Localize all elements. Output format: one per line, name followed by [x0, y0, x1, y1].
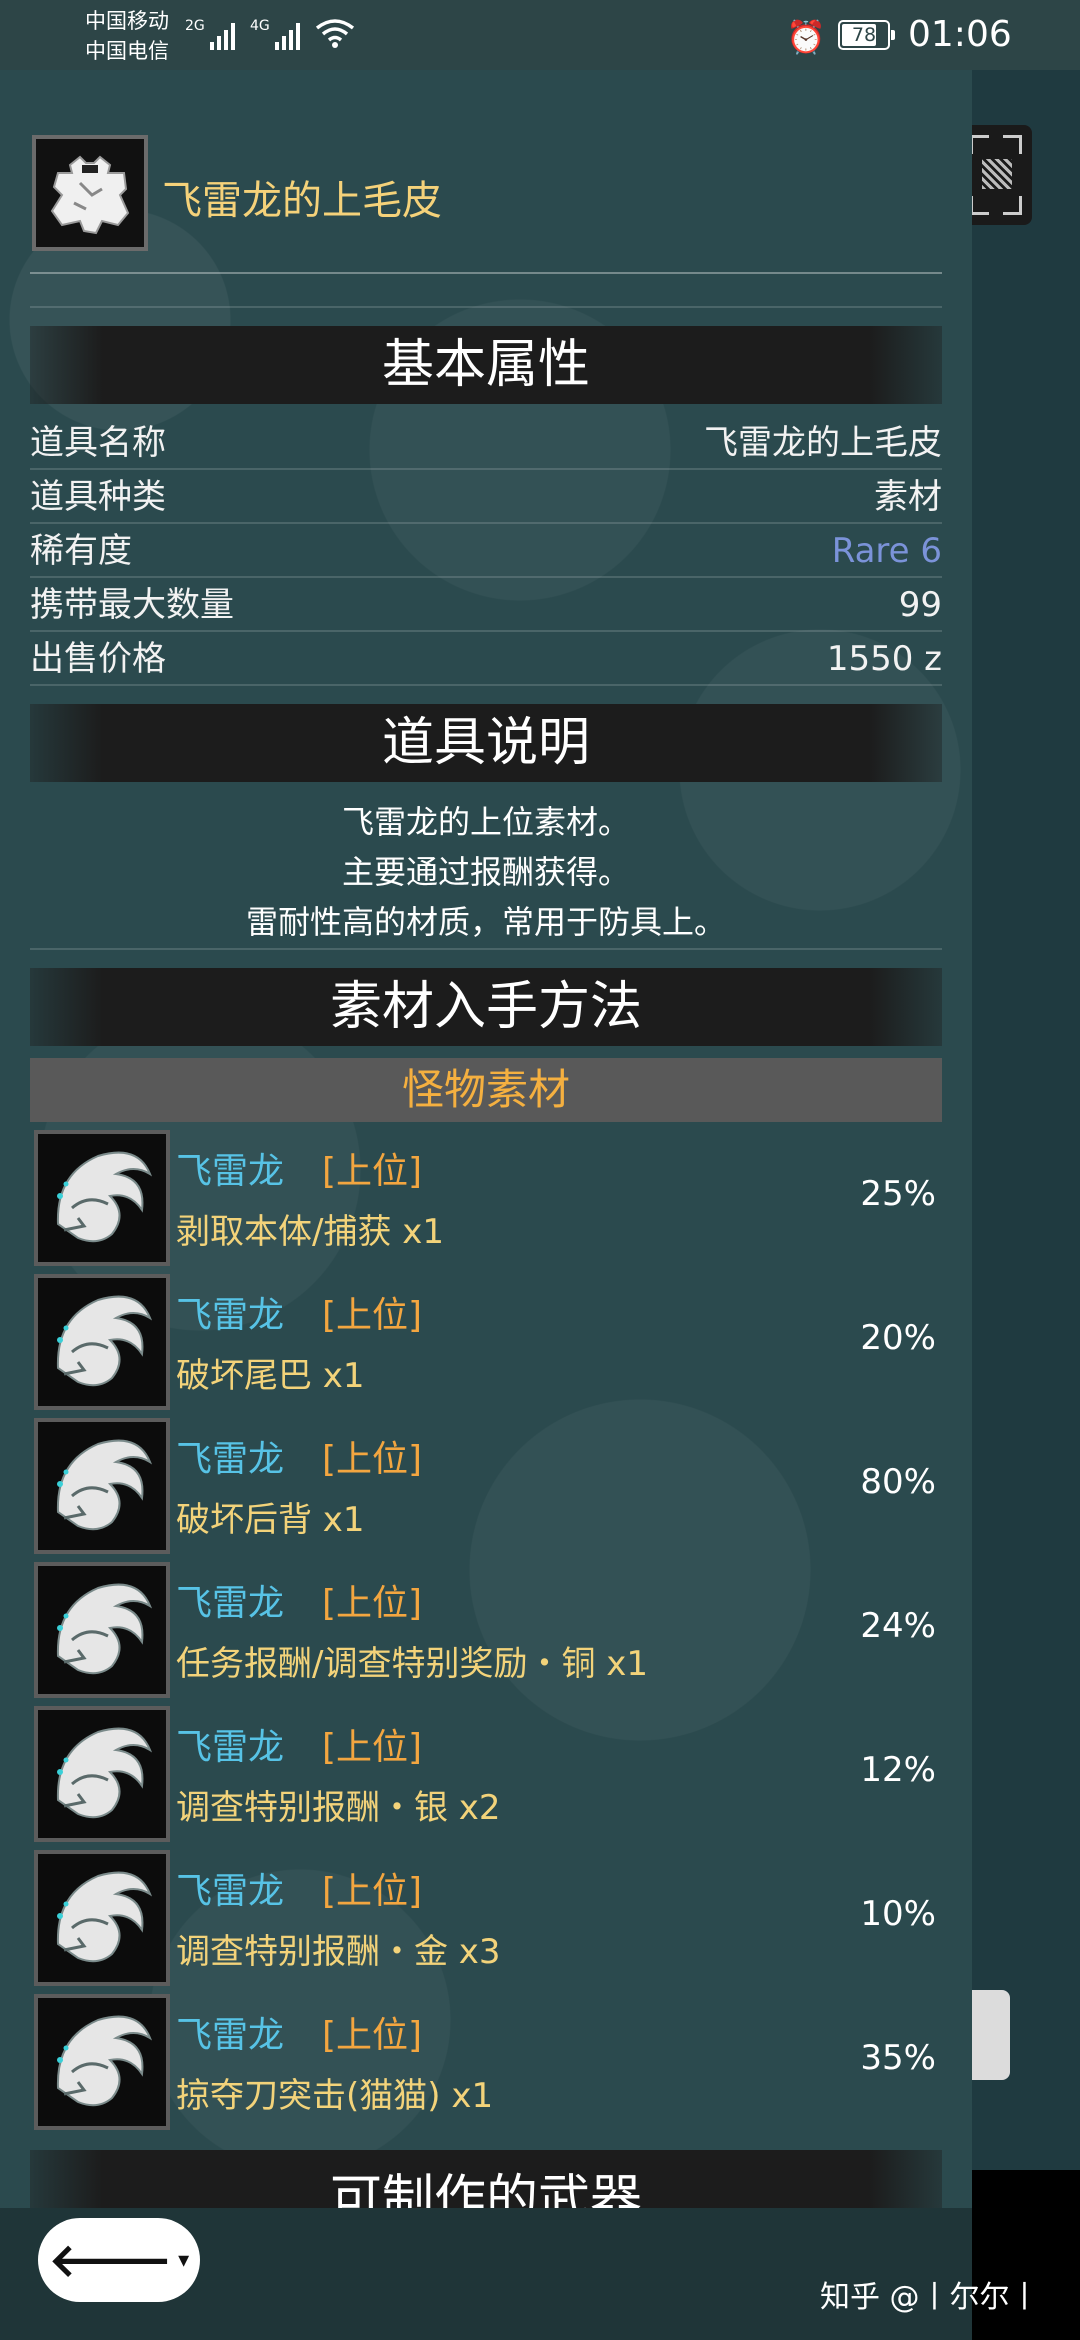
- drop-rate: 35%: [860, 2038, 936, 2078]
- network-type-1: 2G: [185, 18, 205, 34]
- attr-value: 素材: [874, 477, 942, 517]
- description-divider: [30, 948, 942, 950]
- attr-row-max-carry: 携带最大数量 99: [30, 580, 942, 632]
- tobi-kadachi-icon: [34, 1562, 170, 1698]
- header-divider-2: [30, 306, 942, 308]
- tobi-kadachi-icon: [34, 1850, 170, 1986]
- tobi-kadachi-icon: [34, 1274, 170, 1410]
- monster-source-row[interactable]: 飞雷龙 [上位] 调查特别报酬・银 x2 12%: [30, 1702, 942, 1846]
- item-title: 飞雷龙的上毛皮: [162, 178, 442, 224]
- attr-row-rarity: 稀有度 Rare 6: [30, 526, 942, 578]
- drop-rate: 80%: [860, 1462, 936, 1502]
- monster-name: 飞雷龙: [176, 1727, 285, 1768]
- monster-name: 飞雷龙: [176, 1151, 285, 1192]
- section-sources: 素材入手方法: [30, 968, 942, 1046]
- watermark: 知乎 @丨尔尔丨: [820, 2280, 1040, 2315]
- tobi-kadachi-icon: [34, 1994, 170, 2130]
- monster-rank: [上位]: [322, 1295, 423, 1336]
- wifi-icon: [315, 19, 355, 48]
- acquire-method: 破坏后背 x1: [176, 1500, 365, 1540]
- clock: 01:06: [908, 14, 1012, 55]
- attr-key: 道具名称: [30, 423, 166, 463]
- monster-source-row[interactable]: 飞雷龙 [上位] 掠夺刀突击(猫猫) x1 35%: [30, 1990, 942, 2134]
- section-craftable-weapons: 可制作的武器: [30, 2150, 942, 2208]
- monster-source-row[interactable]: 飞雷龙 [上位] 剥取本体/捕获 x1 25%: [30, 1126, 942, 1270]
- background-strip: [972, 70, 1080, 2170]
- signal-2-icon: 4G: [250, 18, 300, 50]
- monster-source-row[interactable]: 飞雷龙 [上位] 任务报酬/调查特别奖励・铜 x1 24%: [30, 1558, 942, 1702]
- attr-row-type: 道具种类 素材: [30, 472, 942, 524]
- drop-rate: 10%: [860, 1894, 936, 1934]
- monster-rank: [上位]: [322, 1151, 423, 1192]
- carrier-2: 中国电信: [85, 39, 169, 63]
- section-basic-attributes: 基本属性: [30, 326, 942, 404]
- attr-value: 1550 z: [826, 639, 942, 679]
- attr-value: 99: [898, 585, 942, 625]
- drop-rate: 25%: [860, 1174, 936, 1214]
- drop-rate: 24%: [860, 1606, 936, 1646]
- monster-materials-header: 怪物素材: [30, 1058, 942, 1122]
- description-line: 飞雷龙的上位素材。: [341, 803, 630, 841]
- monster-name: 飞雷龙: [176, 2015, 285, 2056]
- header-divider: [30, 272, 942, 274]
- acquire-method: 任务报酬/调查特别奖励・铜 x1: [176, 1644, 649, 1684]
- signal-1-icon: 2G: [185, 18, 235, 50]
- carrier-1: 中国移动: [85, 9, 169, 33]
- monster-rank: [上位]: [322, 1583, 423, 1624]
- monster-source-row[interactable]: 飞雷龙 [上位] 破坏后背 x1 80%: [30, 1414, 942, 1558]
- acquire-method: 掠夺刀突击(猫猫) x1: [176, 2076, 494, 2116]
- tobi-kadachi-icon: [34, 1418, 170, 1554]
- back-arrow-icon: 🡐: [48, 2233, 173, 2287]
- tobi-kadachi-icon: [34, 1130, 170, 1266]
- monster-rank: [上位]: [322, 2015, 423, 2056]
- monster-rank: [上位]: [322, 1439, 423, 1480]
- battery-level: 78: [851, 24, 877, 46]
- section-description: 道具说明: [30, 704, 942, 782]
- status-bar: 中国移动 中国电信 2G 4G ⏰ 78 01:06: [0, 0, 1080, 70]
- network-type-2: 4G: [250, 18, 270, 34]
- attr-key: 出售价格: [30, 639, 166, 679]
- attr-key: 携带最大数量: [30, 585, 234, 625]
- monster-name: 飞雷龙: [176, 1295, 285, 1336]
- monster-rank: [上位]: [322, 1727, 423, 1768]
- acquire-method: 剥取本体/捕获 x1: [176, 1212, 445, 1252]
- section-title: 可制作的武器: [329, 2170, 642, 2208]
- drop-rate: 12%: [860, 1750, 936, 1790]
- description-line: 主要通过报酬获得。: [341, 853, 630, 891]
- back-button[interactable]: 🡐 ▾: [38, 2218, 200, 2302]
- tobi-kadachi-icon: [34, 1706, 170, 1842]
- acquire-method: 调查特别报酬・金 x3: [176, 1932, 501, 1972]
- monster-source-row[interactable]: 飞雷龙 [上位] 调查特别报酬・金 x3 10%: [30, 1846, 942, 1990]
- rarity-value: Rare 6: [831, 531, 942, 571]
- attr-key: 稀有度: [30, 531, 132, 571]
- side-tab-handle[interactable]: [972, 1990, 1010, 2080]
- description-line: 雷耐性高的材质，常用于防具上。: [245, 903, 726, 941]
- drop-rate: 20%: [860, 1318, 936, 1358]
- pelt-icon: [32, 135, 148, 251]
- monster-source-row[interactable]: 飞雷龙 [上位] 破坏尾巴 x1 20%: [30, 1270, 942, 1414]
- attr-value: 飞雷龙的上毛皮: [704, 423, 942, 463]
- attr-row-name: 道具名称 飞雷龙的上毛皮: [30, 418, 942, 470]
- attr-row-sell-price: 出售价格 1550 z: [30, 634, 942, 686]
- acquire-method: 破坏尾巴 x1: [176, 1356, 365, 1396]
- acquire-method: 调查特别报酬・银 x2: [176, 1788, 501, 1828]
- attr-key: 道具种类: [30, 477, 166, 517]
- monster-rank: [上位]: [322, 1871, 423, 1912]
- dropdown-caret-icon: ▾: [178, 2247, 190, 2273]
- qr-code-icon: [982, 159, 1012, 189]
- battery-icon: 78: [838, 20, 895, 50]
- alarm-icon: ⏰: [786, 18, 826, 56]
- monster-name: 飞雷龙: [176, 1583, 285, 1624]
- monster-name: 飞雷龙: [176, 1439, 285, 1480]
- monster-name: 飞雷龙: [176, 1871, 285, 1912]
